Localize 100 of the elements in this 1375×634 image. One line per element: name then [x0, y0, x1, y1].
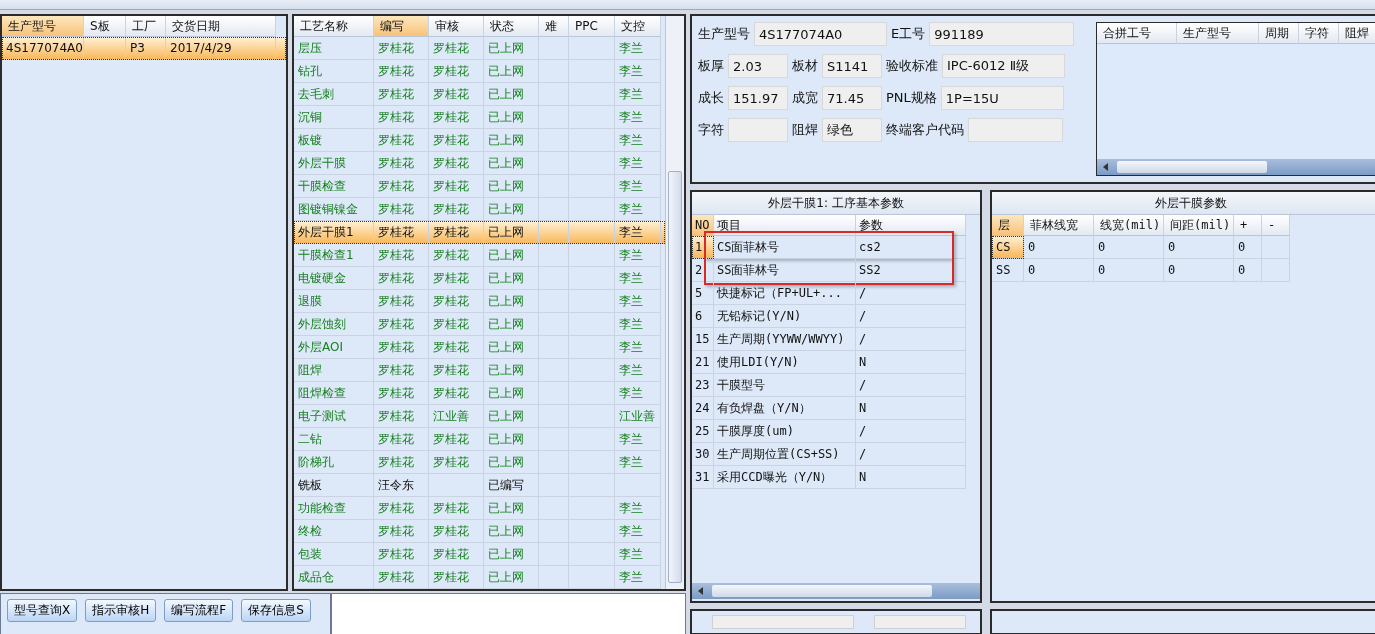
table-row[interactable]: 层压 罗桂花 罗桂花 已上网 李兰 — [294, 37, 665, 60]
table-cell: 罗桂花 — [429, 497, 484, 520]
table-cell: 4S177074A0 — [2, 37, 84, 60]
toolbar-button[interactable]: 指示审核H — [85, 599, 157, 622]
table-row[interactable]: 功能检查 罗桂花 罗桂花 已上网 李兰 — [294, 497, 665, 520]
field-label: 字符 — [698, 121, 724, 139]
table-cell: 已上网 — [484, 520, 539, 543]
table-cell: 外层干膜1 — [294, 221, 374, 244]
table-cell: 李兰 — [615, 221, 661, 244]
column-header[interactable]: 线宽(mil) — [1094, 215, 1164, 236]
table-row[interactable]: 去毛刺 罗桂花 罗桂花 已上网 李兰 — [294, 83, 665, 106]
table-cell: 阻焊检查 — [294, 382, 374, 405]
toolbar-button[interactable]: 编写流程F — [164, 599, 234, 622]
column-header[interactable]: 阻焊 — [1339, 23, 1375, 44]
table-row[interactable]: 干膜检查 罗桂花 罗桂花 已上网 李兰 — [294, 175, 665, 198]
text-field[interactable]: 991189 — [929, 22, 1075, 46]
column-header[interactable]: 间距(mil) — [1164, 215, 1234, 236]
column-header[interactable]: 生产型号 — [1177, 23, 1259, 44]
table-row[interactable]: 阻焊 罗桂花 罗桂花 已上网 李兰 — [294, 359, 665, 382]
scrollbar[interactable] — [1097, 159, 1375, 175]
text-field[interactable] — [712, 615, 854, 629]
column-header[interactable]: 合拼工号 — [1097, 23, 1177, 44]
table-cell: 层压 — [294, 37, 374, 60]
column-header[interactable]: 周期 — [1259, 23, 1299, 44]
table-row[interactable]: 外层蚀刻 罗桂花 罗桂花 已上网 李兰 — [294, 313, 665, 336]
column-header[interactable]: - — [1262, 215, 1290, 236]
text-field[interactable]: 1P=15U — [940, 86, 1064, 110]
text-field[interactable]: S1141 — [822, 54, 882, 78]
table-row[interactable]: 板镀 罗桂花 罗桂花 已上网 李兰 — [294, 129, 665, 152]
scroll-left-icon[interactable] — [696, 586, 706, 596]
toolbar-button[interactable]: 保存信息S — [241, 599, 311, 622]
column-header[interactable]: 难 — [539, 16, 569, 37]
column-header[interactable]: 参数 — [856, 215, 966, 236]
table-cell: 已上网 — [484, 60, 539, 83]
scroll-left-icon[interactable] — [1101, 162, 1111, 172]
column-header[interactable]: NO — [692, 215, 714, 236]
table-cell: 快捷标记（FP+UL+... — [714, 282, 856, 305]
table-row[interactable]: 电镀硬金 罗桂花 罗桂花 已上网 李兰 — [294, 267, 665, 290]
column-header[interactable]: 文控 — [615, 16, 661, 37]
text-field[interactable] — [874, 615, 966, 629]
column-header[interactable]: 菲林线宽 — [1024, 215, 1094, 236]
table-cell: 李兰 — [615, 267, 661, 290]
table-cell: 已上网 — [484, 359, 539, 382]
table-row[interactable]: 4S177074A0 P3 2017/4/29 — [2, 37, 286, 60]
scrollbar[interactable] — [692, 583, 980, 599]
column-header[interactable]: 编写 — [374, 16, 429, 37]
table-cell: 罗桂花 — [429, 267, 484, 290]
text-field[interactable] — [728, 118, 788, 142]
table-cell: 生产周期(YYWW/WWYY) — [714, 328, 856, 351]
column-header[interactable]: 状态 — [484, 16, 539, 37]
table-row[interactable]: 外层干膜 罗桂花 罗桂花 已上网 李兰 — [294, 152, 665, 175]
table-row[interactable]: 沉铜 罗桂花 罗桂花 已上网 李兰 — [294, 106, 665, 129]
field-label: 阻焊 — [792, 121, 818, 139]
column-header[interactable]: 项目 — [714, 215, 856, 236]
table-row[interactable]: 二钻 罗桂花 罗桂花 已上网 李兰 — [294, 428, 665, 451]
table-cell: 电镀硬金 — [294, 267, 374, 290]
table-row[interactable]: 退膜 罗桂花 罗桂花 已上网 李兰 — [294, 290, 665, 313]
table-row[interactable]: 包装 罗桂花 罗桂花 已上网 李兰 — [294, 543, 665, 566]
table-cell: 李兰 — [615, 451, 661, 474]
table-cell: 罗桂花 — [374, 428, 429, 451]
text-field[interactable]: 4S177074A0 — [754, 22, 887, 46]
column-header[interactable]: 字符 — [1299, 23, 1339, 44]
table-row[interactable]: 外层干膜1 罗桂花 罗桂花 已上网 李兰 — [294, 221, 665, 244]
field-label: 验收标准 — [886, 57, 938, 75]
table-row[interactable]: 干膜检查1 罗桂花 罗桂花 已上网 李兰 — [294, 244, 665, 267]
column-header[interactable]: 层 — [992, 215, 1024, 236]
scrollbar[interactable] — [665, 16, 684, 589]
table-row[interactable]: 阻焊检查 罗桂花 罗桂花 已上网 李兰 — [294, 382, 665, 405]
column-header[interactable]: 审核 — [429, 16, 484, 37]
column-header[interactable]: S板 — [84, 16, 126, 37]
table-cell: 0 — [1164, 259, 1234, 282]
table-row[interactable]: 电子测试 罗桂花 江业善 已上网 江业善 — [294, 405, 665, 428]
table-cell: CS面菲林号 — [714, 236, 856, 259]
toolbar-button[interactable]: 型号查询X — [7, 599, 78, 622]
text-field[interactable]: 71.45 — [822, 86, 882, 110]
table-cell: 6 — [692, 305, 714, 328]
text-field[interactable]: 2.03 — [728, 54, 788, 78]
table-row[interactable]: 终检 罗桂花 罗桂花 已上网 李兰 — [294, 520, 665, 543]
table-row[interactable]: 成品仓 罗桂花 罗桂花 已上网 李兰 — [294, 566, 665, 589]
table-row[interactable]: 钻孔 罗桂花 罗桂花 已上网 李兰 — [294, 60, 665, 83]
table-row[interactable]: 铣板 汪令东 已编写 — [294, 474, 665, 497]
table-cell: 李兰 — [615, 313, 661, 336]
table-cell: 已上网 — [484, 152, 539, 175]
field-label: 生产型号 — [698, 25, 750, 43]
text-field[interactable]: 绿色 — [822, 118, 882, 142]
table-cell: 已上网 — [484, 129, 539, 152]
table-cell: 已上网 — [484, 221, 539, 244]
column-header[interactable]: 交货日期 — [166, 16, 276, 37]
column-header[interactable]: 工厂 — [126, 16, 166, 37]
text-field[interactable]: IPC-6012 Ⅱ级 — [942, 54, 1065, 78]
column-header[interactable]: 工艺名称 — [294, 16, 374, 37]
table-cell: 已上网 — [484, 244, 539, 267]
table-row[interactable]: 外层AOI 罗桂花 罗桂花 已上网 李兰 — [294, 336, 665, 359]
table-row[interactable]: 阶梯孔 罗桂花 罗桂花 已上网 李兰 — [294, 451, 665, 474]
text-field[interactable]: 151.97 — [728, 86, 788, 110]
text-field[interactable] — [968, 118, 1063, 142]
column-header[interactable]: 生产型号 — [2, 16, 84, 37]
table-cell: 0 — [1234, 236, 1262, 259]
column-header[interactable]: PPC — [569, 16, 615, 37]
column-header[interactable]: + — [1234, 215, 1262, 236]
